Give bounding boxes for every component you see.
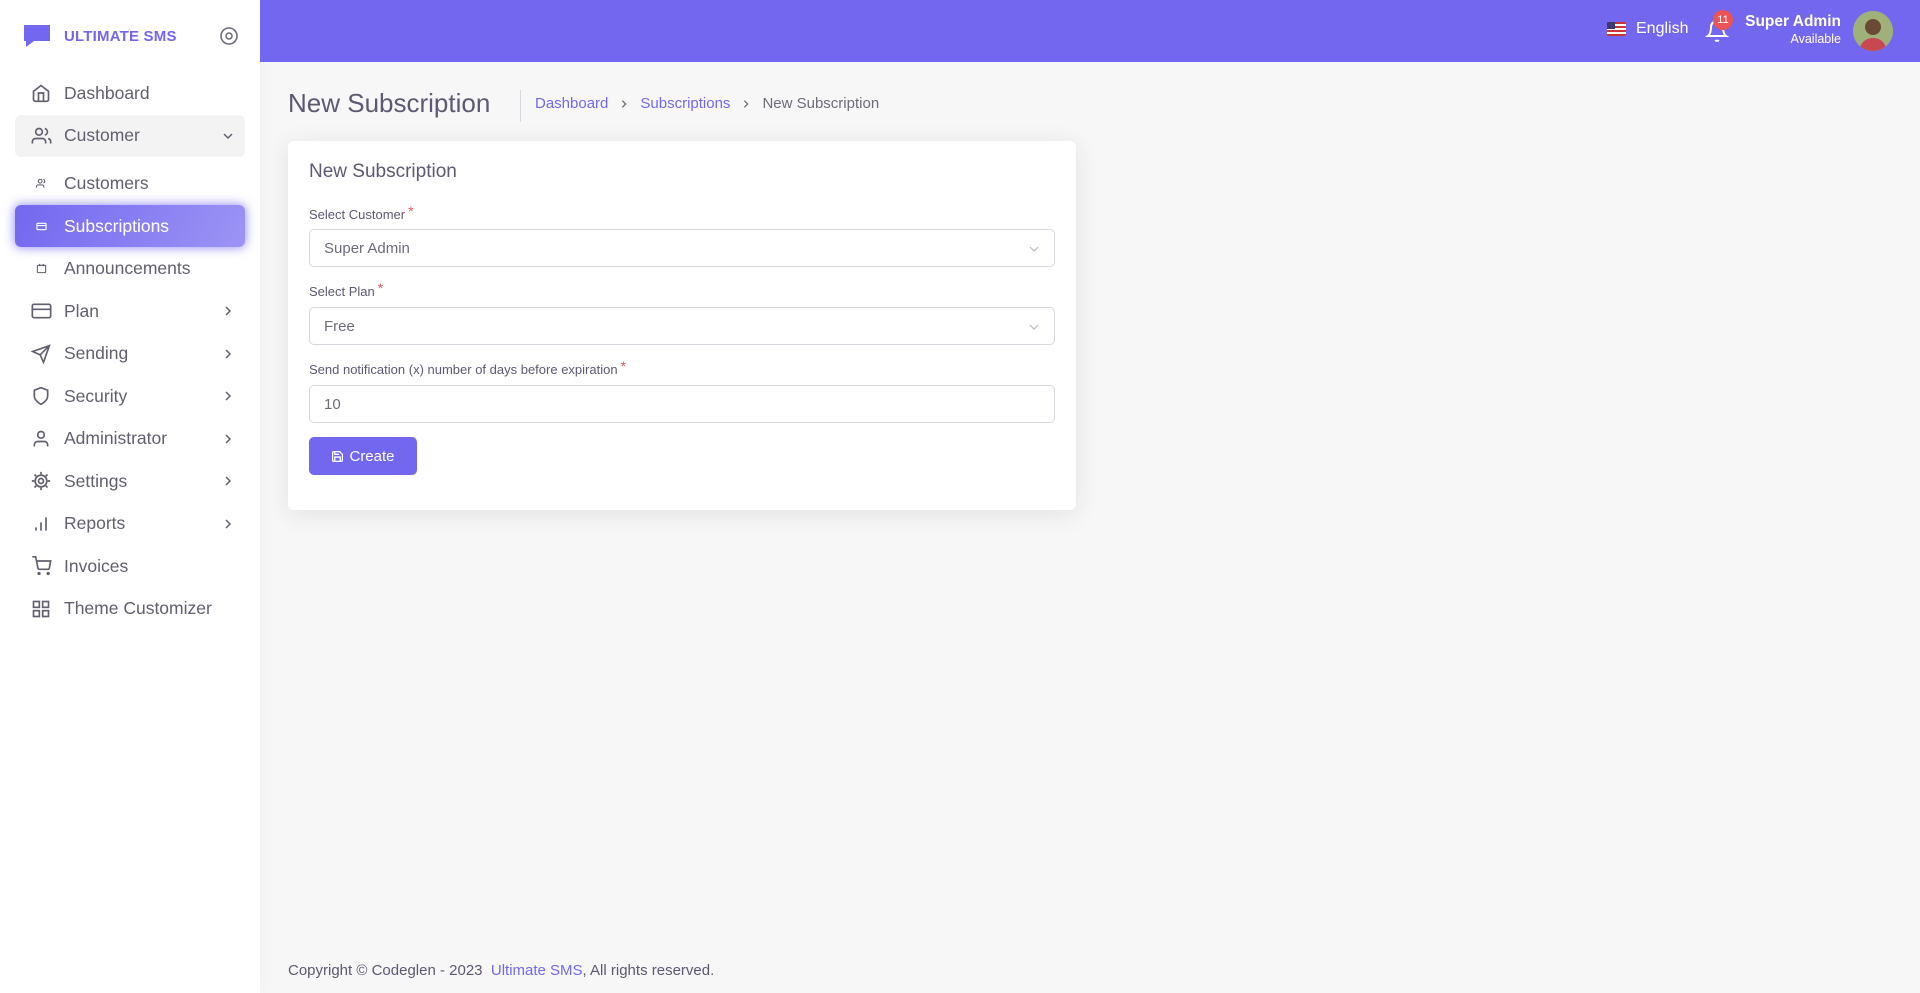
avatar[interactable] <box>1853 11 1893 51</box>
user-status: Available <box>1790 32 1841 46</box>
customer-select-value: Super Admin <box>324 239 410 257</box>
us-flag-icon <box>1607 22 1626 36</box>
card-icon <box>30 215 52 237</box>
sidebar-item-label: Invoices <box>64 555 129 576</box>
sidebar-item-label: Sending <box>64 343 129 363</box>
footer-link[interactable]: Ultimate SMS <box>491 962 583 979</box>
chevron-down-icon <box>1029 324 1039 330</box>
sidebar-item-label: Announcements <box>64 258 191 278</box>
breadcrumb: Dashboard Subscriptions New Subscription <box>535 95 879 112</box>
footer: Copyright © Codeglen - 2023 Ultimate SMS… <box>288 962 714 979</box>
credit-card-icon <box>30 300 52 322</box>
chat-logo-icon <box>24 25 50 47</box>
top-navbar: English 11 Super Admin Available <box>260 0 1920 62</box>
chevron-right-icon <box>219 515 237 533</box>
send-icon <box>30 343 52 365</box>
breadcrumb-current: New Subscription <box>762 95 880 112</box>
grid-icon <box>30 598 52 620</box>
create-button-label: Create <box>349 447 395 465</box>
sidebar-item-dashboard[interactable]: Dashboard <box>15 72 245 114</box>
sidebar-item-security[interactable]: Security <box>15 375 245 417</box>
chevron-right-icon <box>619 99 629 109</box>
sidebar-item-plan[interactable]: Plan <box>15 290 245 332</box>
footer-suffix: , All rights reserved. <box>582 962 715 979</box>
plan-label-text: Select Plan <box>309 284 375 299</box>
save-icon <box>332 450 344 462</box>
sidebar-collapse-toggle-icon[interactable] <box>219 26 239 46</box>
sidebar-item-announcements[interactable]: Announcements <box>15 248 245 290</box>
sidebar-nav: Dashboard Customer Customers Subscriptio… <box>15 72 245 630</box>
sidebar-item-label: Subscriptions <box>64 215 170 236</box>
breadcrumb-subscriptions-link[interactable]: Subscriptions <box>640 95 730 112</box>
create-button[interactable]: Create <box>309 437 417 475</box>
footer-copyright: Copyright © Codeglen - 2023 <box>288 962 483 979</box>
chevron-right-icon <box>219 345 237 363</box>
plan-select-value: Free <box>324 317 355 335</box>
shopping-cart-icon <box>30 555 52 577</box>
sidebar-item-customer[interactable]: Customer <box>15 114 245 157</box>
user-name: Super Admin <box>1745 13 1841 30</box>
sidebar-item-reports[interactable]: Reports <box>15 503 245 545</box>
language-label: English <box>1636 20 1689 37</box>
sidebar-item-theme-customizer[interactable]: Theme Customizer <box>15 588 245 630</box>
customer-select[interactable]: Super Admin <box>309 229 1055 267</box>
gear-icon <box>30 470 52 492</box>
sidebar-item-invoices[interactable]: Invoices <box>15 545 245 587</box>
user-icon <box>30 428 52 450</box>
chevron-right-icon <box>219 472 237 490</box>
chevron-right-icon <box>741 99 751 109</box>
customer-label: Select Customer * <box>309 203 414 222</box>
required-mark: * <box>377 280 384 296</box>
language-selector[interactable]: English <box>1607 20 1688 38</box>
sidebar-item-sending[interactable]: Sending <box>15 333 245 375</box>
plan-label: Select Plan * <box>309 280 384 299</box>
users-small-icon <box>30 173 52 195</box>
page-title: New Subscription <box>288 88 491 118</box>
bar-chart-icon <box>30 513 52 535</box>
sidebar-item-label: Plan <box>64 300 100 321</box>
customer-label-text: Select Customer <box>309 207 406 222</box>
sidebar-item-label: Reports <box>64 513 126 533</box>
sidebar-item-label: Theme Customizer <box>64 598 212 618</box>
chevron-down-icon <box>219 127 237 145</box>
subscription-form-card: New Subscription Select Customer * Super … <box>288 141 1076 510</box>
days-input-value: 10 <box>324 395 341 413</box>
calendar-icon <box>30 258 52 280</box>
sidebar-item-label: Customers <box>64 173 149 193</box>
required-mark: * <box>408 203 414 219</box>
days-label: Send notification (x) number of days bef… <box>309 358 627 377</box>
user-menu[interactable]: Super Admin Available <box>1745 13 1841 46</box>
brand-name: ULTIMATE SMS <box>64 27 177 45</box>
days-label-text: Send notification (x) number of days bef… <box>309 362 618 377</box>
sidebar-item-label: Dashboard <box>64 82 150 103</box>
sidebar-item-label: Settings <box>64 470 128 491</box>
sidebar: ULTIMATE SMS Dashboard Customer Customer… <box>0 0 260 993</box>
sidebar-item-label: Administrator <box>64 428 168 448</box>
sidebar-item-label: Customer <box>64 125 140 145</box>
sidebar-item-settings[interactable]: Settings <box>15 460 245 502</box>
title-divider <box>520 90 521 122</box>
sidebar-item-administrator[interactable]: Administrator <box>15 418 245 460</box>
card-title: New Subscription <box>309 161 457 182</box>
sidebar-item-label: Security <box>64 385 128 406</box>
required-mark: * <box>620 358 627 374</box>
chevron-down-icon <box>1029 246 1039 252</box>
chevron-right-icon <box>219 302 237 320</box>
sidebar-item-subscriptions[interactable]: Subscriptions <box>15 205 245 247</box>
sidebar-item-customers[interactable]: Customers <box>15 163 245 205</box>
users-icon <box>30 125 52 147</box>
plan-select[interactable]: Free <box>309 307 1055 345</box>
chevron-right-icon <box>219 430 237 448</box>
brand-logo[interactable]: ULTIMATE SMS <box>22 22 177 50</box>
notification-count-badge: 11 <box>1713 10 1733 30</box>
days-input[interactable]: 10 <box>309 385 1055 423</box>
chevron-right-icon <box>219 387 237 405</box>
breadcrumb-dashboard-link[interactable]: Dashboard <box>535 95 608 112</box>
shield-icon <box>30 385 52 407</box>
home-icon <box>30 82 52 104</box>
